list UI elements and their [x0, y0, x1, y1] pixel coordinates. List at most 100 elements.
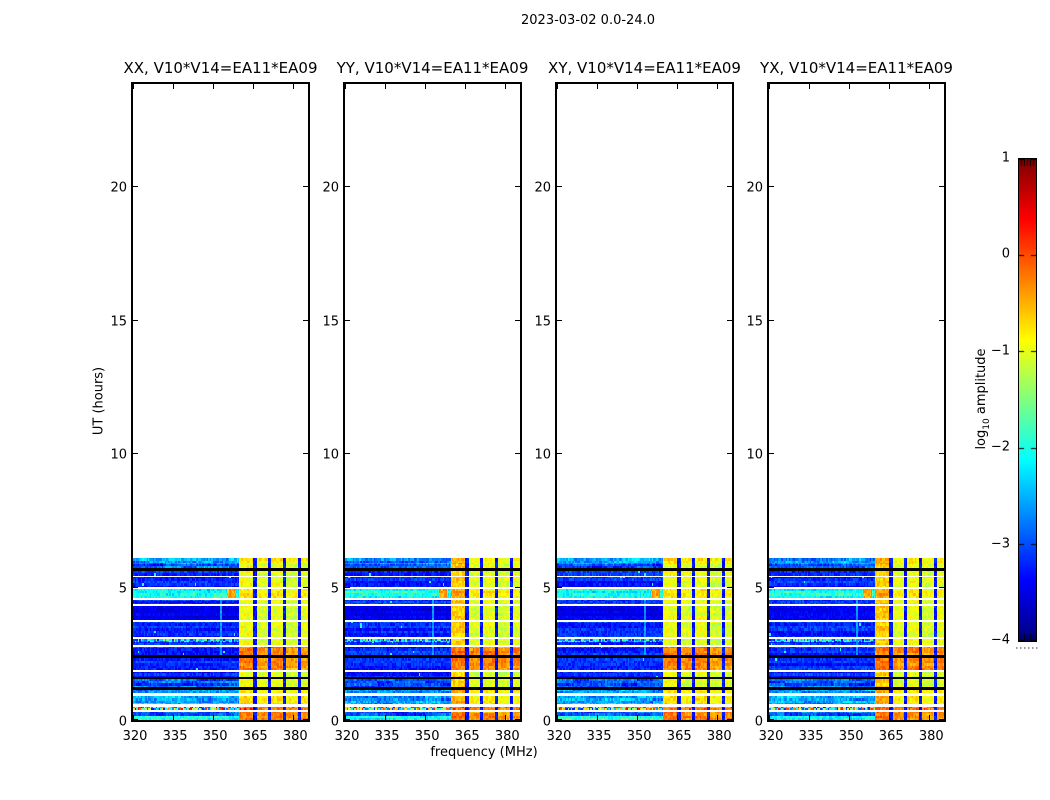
tick-x-top: [213, 84, 215, 89]
x-tick-label: 335: [162, 729, 188, 744]
x-tick-label: 320: [334, 729, 360, 744]
tick-x-top: [133, 84, 134, 89]
tick-x-top: [557, 84, 558, 89]
tick-x-top: [769, 84, 770, 89]
x-tick-label: 320: [758, 729, 784, 744]
tick-y-right: [303, 319, 308, 321]
y-tick-label: 15: [110, 314, 127, 330]
x-axis-label: frequency (MHz): [430, 745, 538, 760]
y-tick-label: 10: [322, 447, 339, 463]
tick-y-left: [133, 719, 138, 720]
panel-yx-title: YX, V10*V14=EA11*EA09: [760, 59, 953, 77]
y-tick-label: 20: [110, 180, 127, 196]
tick-x-top: [849, 84, 851, 89]
panel-yx-spectrogram-canvas: [769, 558, 944, 720]
panel-xx-plot-area: [133, 84, 308, 720]
tick-y-left: [133, 586, 138, 588]
tick-y-right: [939, 586, 944, 588]
tick-x-bottom: [385, 715, 387, 720]
x-tick-label: 320: [546, 729, 572, 744]
tick-x-bottom: [677, 715, 679, 720]
tick-x-bottom: [889, 715, 891, 720]
tick-y-right: [515, 186, 520, 188]
tick-y-left: [557, 186, 562, 188]
tick-y-left: [769, 586, 774, 588]
colorbar-tick-label: 0: [1001, 246, 1010, 262]
colorbar-gradient-canvas: [1019, 159, 1036, 641]
tick-y-right: [727, 319, 732, 321]
figure-page: { "figure": { "title": "2023-03-02 0.0-2…: [0, 0, 1050, 800]
tick-y-right: [303, 586, 308, 588]
tick-y-left: [769, 453, 774, 455]
x-tick-label: 365: [242, 729, 268, 744]
y-tick-label: 5: [542, 581, 551, 597]
y-tick-label: 5: [754, 581, 763, 597]
panel-yy-spectrogram-canvas: [345, 558, 520, 720]
tick-x-bottom: [465, 715, 467, 720]
tick-x-top: [809, 84, 811, 89]
colorbar-tick-label: −3: [990, 536, 1010, 552]
y-tick-label: 15: [322, 314, 339, 330]
tick-y-left: [769, 186, 774, 188]
y-tick-label: 20: [322, 180, 339, 196]
colorbar-label-log: log: [974, 429, 990, 450]
tick-y-left: [557, 453, 562, 455]
colorbar-label: log10 amplitude: [974, 348, 992, 449]
tick-y-left: [133, 186, 138, 188]
tick-x-bottom: [293, 715, 295, 720]
colorbar-label-amplitude: amplitude: [974, 348, 990, 419]
tick-y-right: [939, 319, 944, 321]
tick-x-top: [717, 84, 719, 89]
panel-xy-title: XY, V10*V14=EA11*EA09: [548, 59, 741, 77]
y-tick-label: 5: [118, 581, 127, 597]
x-tick-label: 380: [494, 729, 520, 744]
tick-y-left: [345, 319, 350, 321]
y-axis-label: UT (hours): [91, 366, 107, 436]
colorbar-tick-label: 1: [1001, 150, 1010, 166]
y-tick-label: 15: [746, 314, 763, 330]
tick-x-bottom: [597, 715, 599, 720]
tick-x-bottom: [637, 715, 639, 720]
y-tick-label: 20: [534, 180, 551, 196]
x-tick-label: 365: [454, 729, 480, 744]
colorbar-tick-label: −2: [990, 439, 1010, 455]
tick-y-right: [727, 186, 732, 188]
tick-y-left: [345, 586, 350, 588]
tick-y-right: [515, 453, 520, 455]
tick-x-bottom: [425, 715, 427, 720]
tick-x-top: [465, 84, 467, 89]
colorbar: [1018, 158, 1037, 642]
tick-x-bottom: [505, 715, 507, 720]
tick-y-left: [769, 719, 774, 720]
y-tick-label: 10: [534, 447, 551, 463]
tick-y-right: [515, 719, 520, 720]
panel-xx: XX, V10*V14=EA11*EA09 320 335 350 365 380 0 5 1…: [110, 59, 317, 744]
tick-x-bottom: [717, 715, 719, 720]
tick-y-left: [769, 319, 774, 321]
panel-yy-title: YY, V10*V14=EA11*EA09: [336, 59, 529, 77]
tick-y-right: [303, 186, 308, 188]
x-tick-label: 380: [706, 729, 732, 744]
tick-x-bottom: [213, 715, 215, 720]
panel-yy: YY, V10*V14=EA11*EA09 320 335 350 365 380 0 5 1…: [322, 59, 528, 744]
panel-yy-plot-area: [345, 84, 520, 720]
colorbar-label-sub10: 10: [981, 418, 992, 430]
tick-y-right: [303, 453, 308, 455]
x-tick-label: 335: [374, 729, 400, 744]
tick-y-right: [727, 719, 732, 720]
tick-x-top: [889, 84, 891, 89]
y-tick-label: 10: [746, 447, 763, 463]
tick-x-bottom: [809, 715, 811, 720]
panel-xy-plot-area: [557, 84, 732, 720]
tick-x-bottom: [849, 715, 851, 720]
panel-xx-title: XX, V10*V14=EA11*EA09: [123, 59, 318, 77]
tick-y-right: [727, 586, 732, 588]
tick-y-right: [515, 586, 520, 588]
tick-x-top: [293, 84, 295, 89]
x-tick-label: 365: [666, 729, 692, 744]
x-tick-label: 350: [626, 729, 652, 744]
tick-x-top: [677, 84, 679, 89]
y-tick-label: 10: [110, 447, 127, 463]
tick-x-bottom: [253, 715, 255, 720]
tick-x-bottom: [929, 715, 931, 720]
